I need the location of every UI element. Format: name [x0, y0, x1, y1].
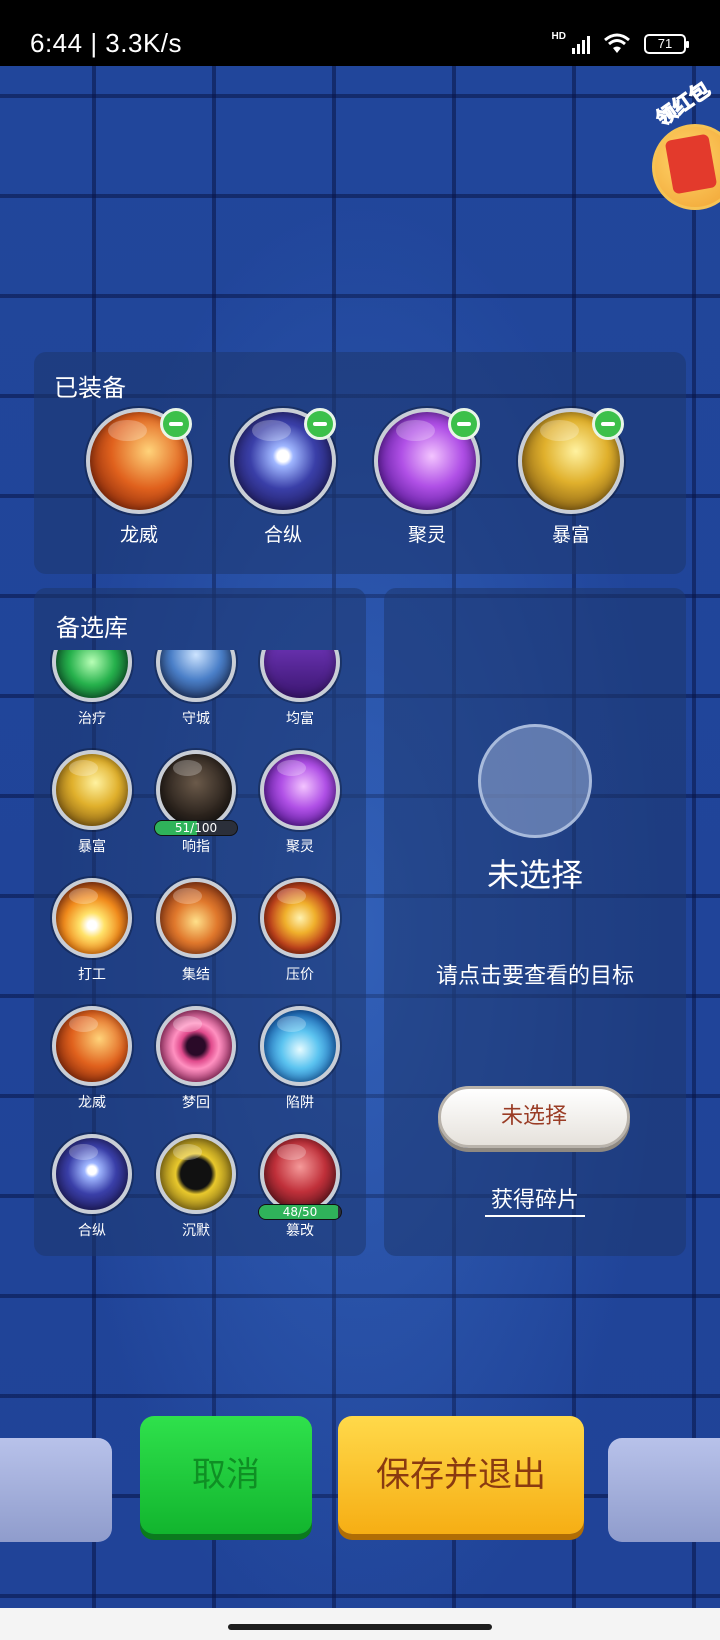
- chenmo-icon: [156, 1134, 236, 1214]
- empty-selection-icon: [478, 724, 592, 838]
- battery-level: 71: [657, 36, 673, 51]
- zhiliao-icon: [52, 650, 132, 702]
- library-item-shoucheng[interactable]: 守城: [144, 650, 248, 728]
- library-item-name: 篡改: [286, 1223, 314, 1239]
- baofu-icon: [52, 750, 132, 830]
- library-item-name: 陷阱: [286, 1095, 314, 1111]
- shoucheng-icon: [156, 650, 236, 702]
- status-time-speed: 6:44 | 3.3K/s: [30, 28, 183, 58]
- equipped-slot-juling[interactable]: 聚灵: [368, 408, 486, 547]
- library-item-name: 合纵: [78, 1223, 106, 1239]
- library-item-baofu[interactable]: 暴富: [40, 750, 144, 856]
- cancel-button[interactable]: 取消: [140, 1416, 312, 1534]
- red-packet-icon: [652, 124, 720, 210]
- fragment-progress-text: 48/50: [282, 1205, 318, 1219]
- menghui-icon: [156, 1006, 236, 1086]
- library-item-juling[interactable]: 聚灵: [248, 750, 352, 856]
- library-item-cuangai[interactable]: 48/50 篡改: [248, 1134, 352, 1240]
- wifi-icon: [604, 33, 630, 53]
- hd-network-label: HD: [551, 30, 566, 42]
- library-item-name: 响指: [182, 839, 210, 855]
- detail-panel: 未选择 请点击要查看的目标 未选择 获得碎片: [384, 588, 686, 1256]
- library-item-chenmo[interactable]: 沉默: [144, 1134, 248, 1240]
- library-item-name: 集结: [182, 967, 210, 983]
- right-side-button[interactable]: [608, 1438, 720, 1542]
- juling-icon: [260, 750, 340, 830]
- save-and-exit-button[interactable]: 保存并退出: [338, 1416, 584, 1534]
- library-item-xiangzhi[interactable]: 51/100 响指: [144, 750, 248, 856]
- library-item-name: 暴富: [78, 839, 106, 855]
- jijie-icon: [156, 878, 236, 958]
- equipped-slot-baofu[interactable]: 暴富: [512, 408, 630, 547]
- equipped-title: 已装备: [54, 374, 126, 402]
- library-item-jijie[interactable]: 集结: [144, 878, 248, 984]
- get-fragments-label: 获得碎片: [484, 1188, 585, 1217]
- equipped-panel: 已装备 龙威 合纵 聚灵 暴富: [34, 352, 686, 574]
- fragment-progress-text: 51/100: [174, 821, 218, 835]
- status-bar: 6:44 | 3.3K/s HD 71: [0, 0, 720, 66]
- equipped-slot-longwei[interactable]: 龙威: [80, 408, 198, 547]
- library-item-menghui[interactable]: 梦回: [144, 1006, 248, 1112]
- left-side-button[interactable]: [0, 1438, 112, 1542]
- cuangai-icon: [260, 1134, 340, 1214]
- hezong-icon: [52, 1134, 132, 1214]
- library-scroll-area[interactable]: 治疗 守城 均富 暴富 51/100 响指 聚灵 打工 集结 压价 龙威 梦回 …: [34, 650, 366, 1256]
- selection-hint: 请点击要查看的目标: [435, 964, 634, 989]
- library-item-yajia[interactable]: 压价: [248, 878, 352, 984]
- library-title: 备选库: [56, 614, 128, 642]
- library-item-hezong[interactable]: 合纵: [40, 1134, 144, 1240]
- equipped-name: 聚灵: [407, 524, 446, 546]
- get-fragments-link[interactable]: 获得碎片: [384, 1182, 686, 1217]
- xianjing-icon: [260, 1006, 340, 1086]
- library-item-xianjing[interactable]: 陷阱: [248, 1006, 352, 1112]
- library-item-name: 守城: [182, 711, 210, 727]
- library-item-name: 龙威: [78, 1095, 106, 1111]
- equipped-name: 暴富: [551, 524, 590, 546]
- library-item-longwei[interactable]: 龙威: [40, 1006, 144, 1112]
- unequip-button[interactable]: [304, 408, 336, 440]
- yajia-icon: [260, 878, 340, 958]
- library-item-zhiliao[interactable]: 治疗: [40, 650, 144, 728]
- xiangzhi-icon: [156, 750, 236, 830]
- selection-action-button[interactable]: 未选择: [438, 1086, 630, 1148]
- red-packet-button[interactable]: 领红包: [650, 76, 720, 210]
- library-item-name: 均富: [286, 711, 314, 727]
- equipped-name: 龙威: [119, 524, 158, 546]
- library-item-dagong[interactable]: 打工: [40, 878, 144, 984]
- library-item-name: 治疗: [78, 711, 106, 727]
- fragment-progress-bar: 51/100: [154, 820, 238, 836]
- library-item-junfu[interactable]: 均富: [248, 650, 352, 728]
- library-item-name: 压价: [286, 967, 314, 983]
- library-panel: 备选库 治疗 守城 均富 暴富 51/100 响指 聚灵 打工 集结 压价 龙威…: [34, 588, 366, 1256]
- unequip-button[interactable]: [160, 408, 192, 440]
- unequip-button[interactable]: [448, 408, 480, 440]
- library-item-name: 聚灵: [286, 839, 314, 855]
- equipped-name: 合纵: [263, 524, 302, 546]
- library-item-name: 沉默: [182, 1223, 210, 1239]
- selection-title: 未选择: [486, 856, 583, 894]
- fragment-progress-bar: 48/50: [258, 1204, 342, 1220]
- status-icons: HD 71: [551, 30, 689, 56]
- library-item-name: 打工: [78, 967, 106, 983]
- junfu-icon: [260, 650, 340, 702]
- library-item-name: 梦回: [182, 1095, 210, 1111]
- equipped-slot-hezong[interactable]: 合纵: [224, 408, 342, 547]
- signal-icon: [572, 34, 590, 54]
- dagong-icon: [52, 878, 132, 958]
- home-indicator[interactable]: [228, 1624, 492, 1630]
- unequip-button[interactable]: [592, 408, 624, 440]
- battery-icon: 71: [644, 34, 689, 54]
- longwei-icon: [52, 1006, 132, 1086]
